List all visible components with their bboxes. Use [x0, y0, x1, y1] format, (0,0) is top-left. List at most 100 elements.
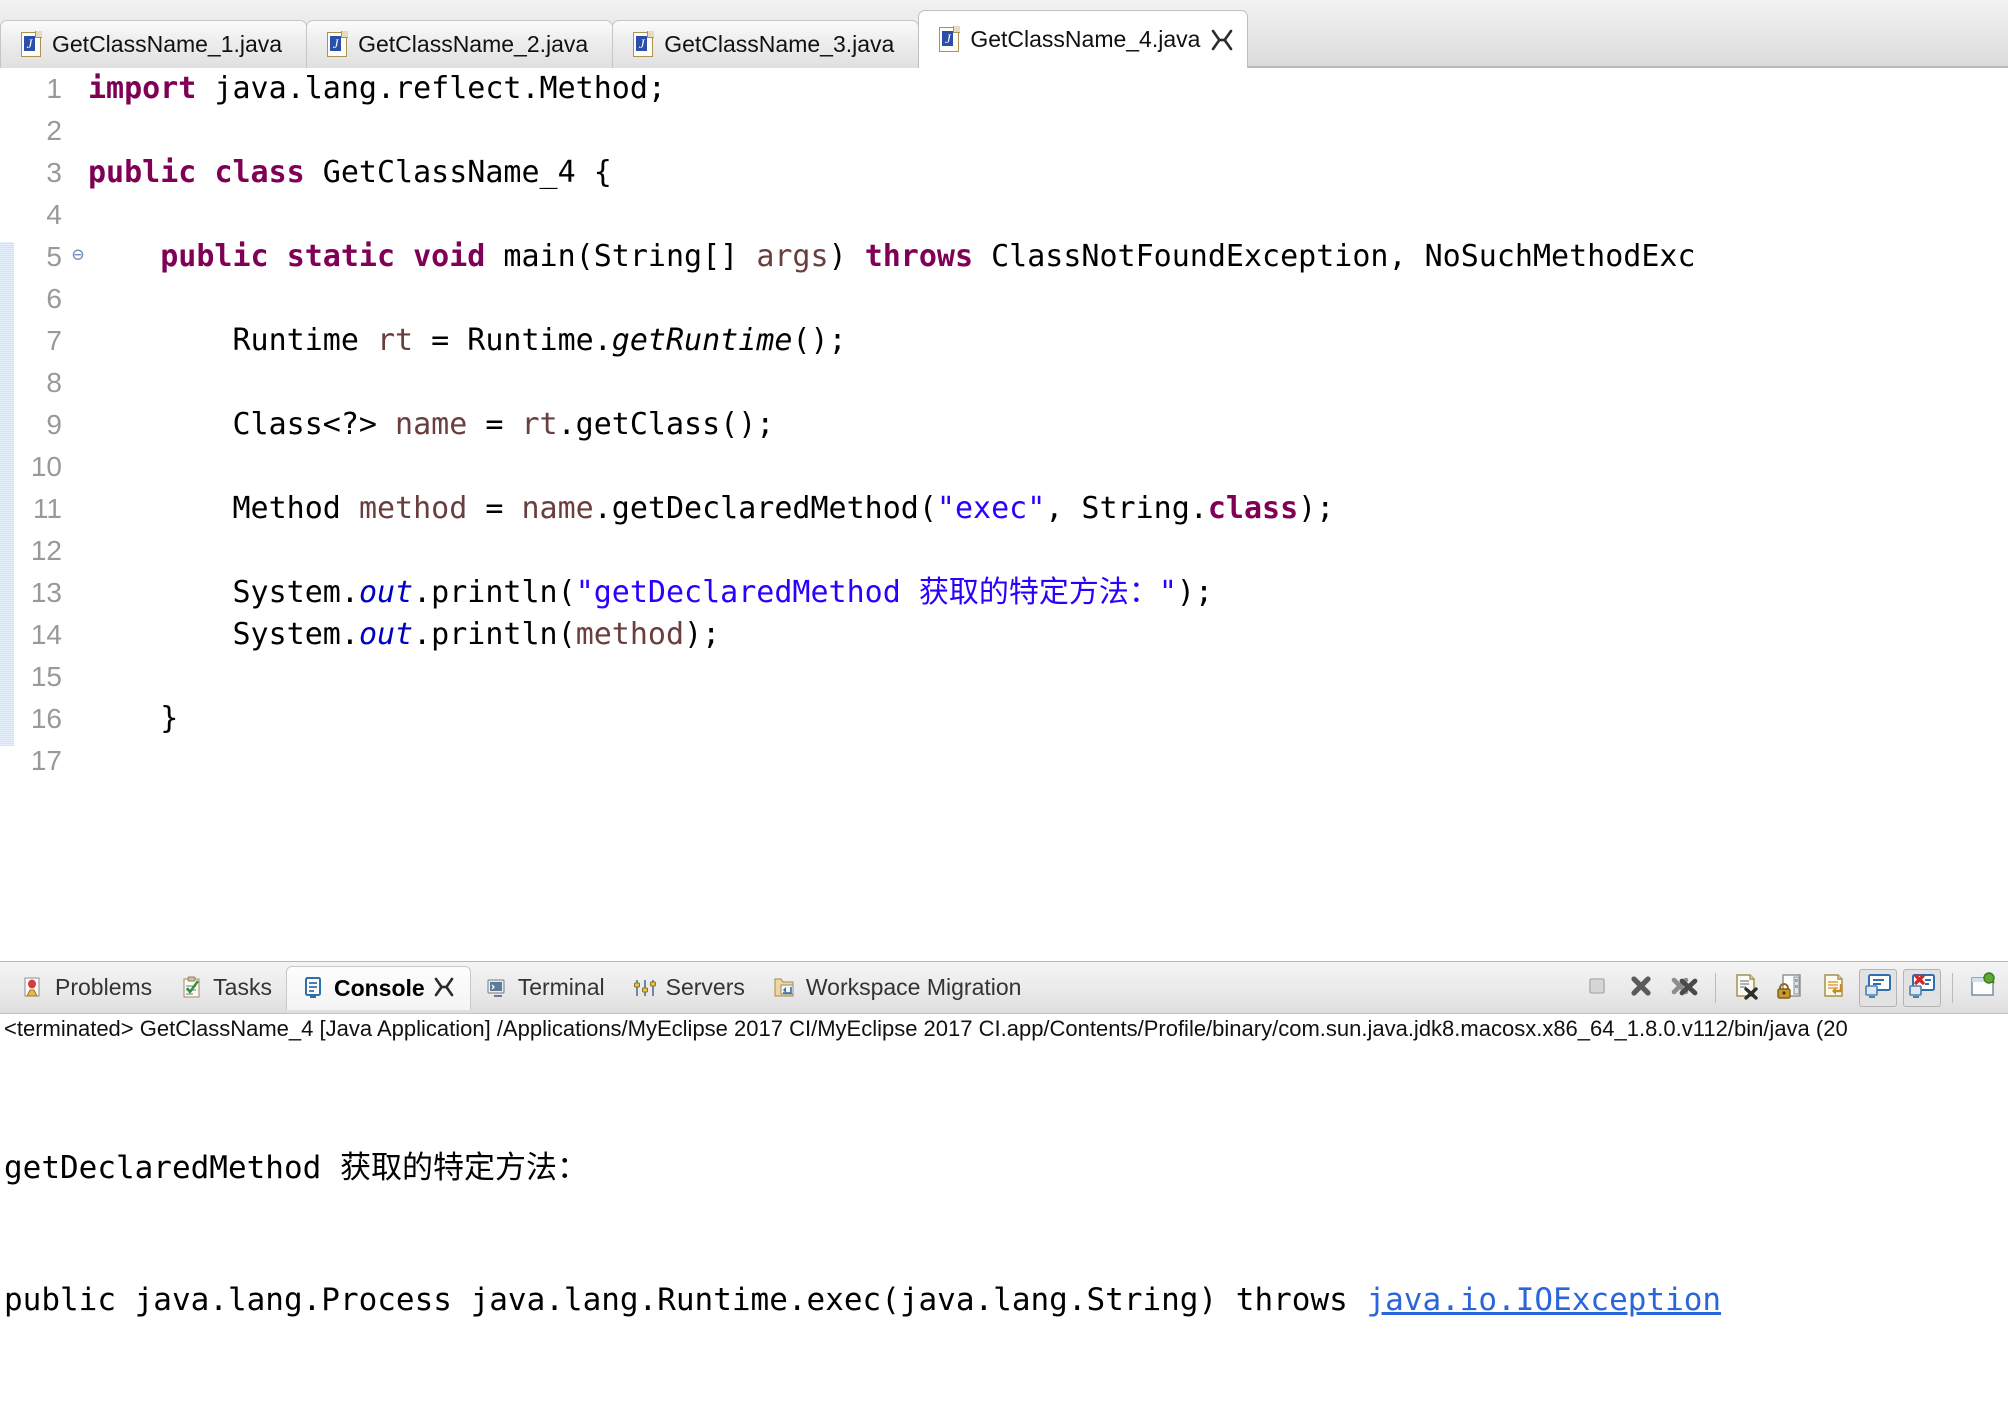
console-output-line-2-text: public java.lang.Process java.lang.Runti…	[4, 1282, 1367, 1318]
view-tab-label: Terminal	[517, 974, 605, 1000]
line-number: 3	[46, 157, 62, 188]
code-line[interactable]: 1 import java.lang.reflect.Method;	[0, 68, 2008, 110]
editor-tab-bar: J GetClassName_1.java J GetClassName_2.java…	[0, 0, 2008, 70]
editor-tab-label: GetClassName_1.java	[52, 31, 283, 57]
terminate-button	[1578, 969, 1616, 1007]
view-tab-problems[interactable]: Problems	[8, 967, 166, 1009]
code-line[interactable]: 6	[0, 278, 2008, 320]
code-text: }	[88, 701, 179, 736]
code-line[interactable]: 15	[0, 656, 2008, 698]
view-tab-label: Problems	[55, 974, 153, 1000]
show-console-on-output-button[interactable]	[1859, 969, 1897, 1007]
view-tab-terminal[interactable]: Terminal	[471, 967, 619, 1009]
code-line[interactable]: 5 ⊖ public static void main(String[] args…	[0, 236, 2008, 278]
java-file-icon: J	[939, 26, 961, 52]
code-line[interactable]: 7 Runtime rt = Runtime.getRuntime();	[0, 320, 2008, 362]
terminal-icon	[485, 976, 509, 1000]
code-fold-collapse-icon[interactable]: ⊖	[72, 244, 91, 264]
view-tab-servers[interactable]: Servers	[619, 967, 759, 1009]
code-line[interactable]: 2	[0, 110, 2008, 152]
close-icon[interactable]	[1211, 29, 1233, 51]
bottom-view-panel: Problems Tasks Console Terminal Servers Works…	[0, 961, 2008, 1318]
line-number: 8	[46, 367, 62, 398]
line-number: 9	[46, 409, 62, 440]
console-output-line-1: getDeclaredMethod 获取的特定方法：	[4, 1150, 588, 1186]
java-file-icon: J	[327, 31, 349, 57]
code-line[interactable]: 11 Method method = name.getDeclaredMetho…	[0, 488, 2008, 530]
console-toolbar	[1578, 962, 2004, 1014]
line-number: 17	[30, 745, 62, 776]
toolbar-separator	[1715, 973, 1716, 1003]
line-number: 15	[30, 661, 62, 692]
console-launch-status: <terminated> GetClassName_4 [Java Applic…	[4, 1016, 1848, 1041]
view-tab-label: Tasks	[213, 974, 272, 1000]
code-text: Runtime rt = Runtime.getRuntime();	[88, 323, 847, 358]
servers-icon	[633, 976, 657, 1000]
view-tab-tasks[interactable]: Tasks	[166, 967, 286, 1009]
close-icon[interactable]	[434, 977, 456, 999]
view-tab-workspace-migration[interactable]: Workspace Migration	[759, 967, 1036, 1009]
code-text: public static void main(String[] args) t…	[160, 239, 1696, 274]
editor-tab-3[interactable]: J GetClassName_3.java	[612, 20, 920, 68]
code-text: Method method = name.getDeclaredMethod("…	[88, 491, 1335, 526]
scroll-lock-button[interactable]	[1771, 969, 1809, 1007]
remove-launch-button[interactable]	[1622, 969, 1660, 1007]
java-file-icon: J	[21, 31, 42, 57]
x-icon	[1627, 972, 1655, 1005]
code-line[interactable]: 4	[0, 194, 2008, 236]
line-number: 1	[46, 73, 62, 104]
console-icon	[301, 976, 325, 1000]
code-line[interactable]: 9 Class<?> name = rt.getClass();	[0, 404, 2008, 446]
stop-square-icon	[1583, 972, 1611, 1005]
code-line[interactable]: 16 }	[0, 698, 2008, 740]
code-line[interactable]: 10	[0, 446, 2008, 488]
line-number: 13	[30, 577, 62, 608]
code-line[interactable]: 8	[0, 362, 2008, 404]
clear-console-icon	[1732, 972, 1760, 1005]
editor-tab-label: GetClassName_4.java	[970, 26, 1201, 52]
line-number: 5	[46, 241, 62, 272]
word-wrap-icon	[1820, 972, 1848, 1005]
editor-tab-label: GetClassName_2.java	[358, 31, 589, 57]
pin-icon	[1969, 971, 1997, 1005]
code-line[interactable]: 13 System.out.println("getDeclaredMethod…	[0, 572, 2008, 614]
editor-tab-label: GetClassName_3.java	[664, 31, 895, 57]
view-tab-bar: Problems Tasks Console Terminal Servers Works…	[0, 962, 2008, 1014]
code-line[interactable]: 3 public class GetClassName_4 {	[0, 152, 2008, 194]
editor-tabs: J GetClassName_1.java J GetClassName_2.java…	[0, 10, 1249, 70]
console-output-line-2: public java.lang.Process java.lang.Runti…	[4, 1278, 2008, 1322]
double-x-icon	[1670, 972, 1700, 1005]
tasks-icon	[180, 976, 204, 1000]
line-number: 4	[46, 199, 62, 230]
show-console-on-error-button[interactable]	[1903, 969, 1941, 1007]
line-number: 6	[46, 283, 62, 314]
line-number: 16	[30, 703, 62, 734]
code-text: Class<?> name = rt.getClass();	[88, 407, 775, 442]
line-number: 2	[46, 115, 62, 146]
problems-icon	[22, 976, 46, 1000]
pin-console-button[interactable]	[1964, 969, 2002, 1007]
code-line[interactable]: 12	[0, 530, 2008, 572]
console-output[interactable]: getDeclaredMethod 获取的特定方法： public java.l…	[0, 1054, 2008, 1410]
remove-all-terminated-button[interactable]	[1666, 969, 1704, 1007]
view-tab-console[interactable]: Console	[285, 965, 471, 1010]
code-line[interactable]: 17	[0, 740, 2008, 782]
code-line[interactable]: 14 System.out.println(method);	[0, 614, 2008, 656]
code-text: public class GetClassName_4 {	[88, 155, 612, 190]
code-lines[interactable]: 1 import java.lang.reflect.Method; 2 3 publi…	[0, 68, 2008, 782]
clear-console-button[interactable]	[1727, 969, 1765, 1007]
view-tab-label: Workspace Migration	[805, 974, 1022, 1000]
word-wrap-button[interactable]	[1815, 969, 1853, 1007]
code-editor[interactable]: 1 import java.lang.reflect.Method; 2 3 publi…	[0, 68, 2008, 961]
editor-tab-1[interactable]: J GetClassName_1.java	[0, 20, 308, 68]
java-file-icon: J	[633, 31, 655, 57]
editor-tab-4[interactable]: J GetClassName_4.java	[918, 10, 1249, 70]
editor-tab-2[interactable]: J GetClassName_2.java	[306, 20, 614, 68]
line-number: 12	[30, 535, 62, 566]
scroll-lock-icon	[1776, 972, 1804, 1005]
view-tab-label: Servers	[665, 974, 745, 1000]
console-output-icon	[1864, 972, 1892, 1005]
toolbar-separator	[1952, 973, 1953, 1003]
io-exception-link[interactable]: java.io.IOException	[1366, 1282, 1721, 1318]
code-text: System.out.println(method);	[88, 617, 721, 652]
